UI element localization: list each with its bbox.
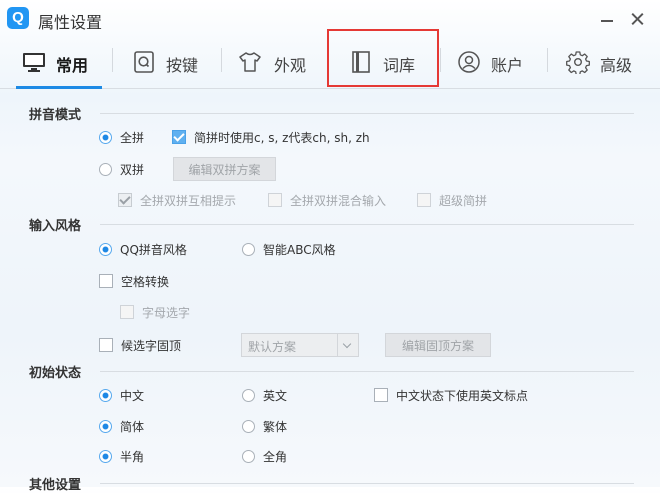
radio-indicator xyxy=(242,449,255,463)
edit-pin-scheme-button[interactable]: 编辑固顶方案 xyxy=(385,333,491,357)
checkbox-indicator xyxy=(172,130,186,144)
chevron-down-icon xyxy=(337,334,358,356)
space-convert-checkbox[interactable]: 空格转换 xyxy=(99,272,169,290)
tab-keys[interactable]: 按键 xyxy=(132,38,206,88)
section-divider xyxy=(100,224,634,225)
simplified-radio[interactable]: 简体 xyxy=(99,417,144,435)
tab-divider xyxy=(547,48,548,72)
radio-indicator xyxy=(99,162,112,176)
pin-scheme-value: 默认方案 xyxy=(248,340,297,354)
tab-label: 常用 xyxy=(56,56,89,75)
section-title-other: 其他设置 xyxy=(29,478,82,493)
section-title-input-style: 输入风格 xyxy=(29,219,82,234)
abc-style-label: 智能ABC风格 xyxy=(263,242,336,257)
tab-label: 账户 xyxy=(491,56,524,75)
checkbox-indicator xyxy=(99,338,113,352)
half-width-radio[interactable]: 半角 xyxy=(99,447,144,465)
chinese-label: 中文 xyxy=(120,388,145,403)
radio-indicator xyxy=(99,449,112,463)
key-icon xyxy=(134,51,154,73)
tshirt-icon xyxy=(239,52,261,72)
section-divider xyxy=(100,371,634,372)
checkbox-indicator xyxy=(118,193,132,207)
half-width-label: 半角 xyxy=(120,449,145,464)
checkbox-indicator xyxy=(99,274,113,288)
abbr-pinyin-checkbox[interactable]: 简拼时使用c, s, z代表ch, sh, zh xyxy=(172,128,370,146)
letter-select-checkbox[interactable]: 字母选字 xyxy=(120,303,190,321)
english-punct-label: 中文状态下使用英文标点 xyxy=(396,388,529,403)
english-label: 英文 xyxy=(263,388,288,403)
tab-label: 按键 xyxy=(166,56,199,75)
english-radio[interactable]: 英文 xyxy=(242,386,287,404)
window-title: 属性设置 xyxy=(38,13,103,32)
pinyin-hint-checkbox[interactable]: 全拼双拼互相提示 xyxy=(118,191,236,209)
pinyin-mixed-checkbox[interactable]: 全拼双拼混合输入 xyxy=(268,191,386,209)
pin-scheme-select[interactable]: 默认方案 xyxy=(241,333,359,357)
full-pinyin-radio[interactable]: 全拼 xyxy=(99,128,144,146)
radio-indicator xyxy=(242,388,255,402)
radio-indicator xyxy=(99,130,112,144)
tab-divider xyxy=(112,48,113,72)
full-width-radio[interactable]: 全角 xyxy=(242,447,287,465)
close-icon[interactable] xyxy=(624,6,650,32)
super-abbr-checkbox[interactable]: 超级简拼 xyxy=(417,191,487,209)
monitor-icon xyxy=(23,53,45,72)
checkbox-indicator xyxy=(268,193,282,207)
app-logo: Q xyxy=(7,7,29,29)
tab-divider xyxy=(440,48,441,72)
tab-common[interactable]: 常用 xyxy=(16,38,102,89)
gear-icon xyxy=(566,51,590,74)
super-abbr-label: 超级简拼 xyxy=(439,193,488,208)
tab-account[interactable]: 账户 xyxy=(457,38,527,88)
pinyin-hint-label: 全拼双拼互相提示 xyxy=(140,193,237,208)
section-title-pinyin: 拼音模式 xyxy=(29,108,82,123)
qq-style-label: QQ拼音风格 xyxy=(120,242,187,257)
edit-double-pinyin-button[interactable]: 编辑双拼方案 xyxy=(173,157,276,181)
tab-divider xyxy=(221,48,222,72)
section-divider xyxy=(100,483,634,484)
radio-indicator xyxy=(99,388,112,402)
pin-candidate-checkbox[interactable]: 候选字固顶 xyxy=(99,336,181,354)
tab-label: 高级 xyxy=(600,56,633,75)
pin-candidate-label: 候选字固顶 xyxy=(121,338,182,353)
traditional-radio[interactable]: 繁体 xyxy=(242,417,287,435)
full-width-label: 全角 xyxy=(263,449,288,464)
radio-indicator xyxy=(242,242,255,256)
letter-select-label: 字母选字 xyxy=(142,305,191,320)
tab-appearance[interactable]: 外观 xyxy=(238,38,312,88)
minimize-icon[interactable] xyxy=(594,6,620,32)
double-pinyin-label: 双拼 xyxy=(120,162,145,177)
radio-indicator xyxy=(99,242,112,256)
checkbox-indicator xyxy=(374,388,388,402)
user-icon xyxy=(458,51,480,73)
simplified-label: 简体 xyxy=(120,419,145,434)
tab-label: 外观 xyxy=(274,56,307,75)
double-pinyin-radio[interactable]: 双拼 xyxy=(99,160,144,178)
radio-indicator xyxy=(99,419,112,433)
checkbox-indicator xyxy=(120,305,134,319)
abbr-pinyin-label: 简拼时使用c, s, z代表ch, sh, zh xyxy=(194,130,370,145)
abc-style-radio[interactable]: 智能ABC风格 xyxy=(242,240,336,258)
tab-advanced[interactable]: 高级 xyxy=(566,38,636,88)
highlight-box xyxy=(327,29,439,87)
traditional-label: 繁体 xyxy=(263,419,288,434)
qq-style-radio[interactable]: QQ拼音风格 xyxy=(99,240,187,258)
english-punct-checkbox[interactable]: 中文状态下使用英文标点 xyxy=(374,386,528,404)
section-title-initial-state: 初始状态 xyxy=(29,366,82,381)
full-pinyin-label: 全拼 xyxy=(120,130,145,145)
pinyin-mixed-label: 全拼双拼混合输入 xyxy=(290,193,387,208)
checkbox-indicator xyxy=(417,193,431,207)
radio-indicator xyxy=(242,419,255,433)
chinese-radio[interactable]: 中文 xyxy=(99,386,144,404)
space-convert-label: 空格转换 xyxy=(121,274,170,289)
section-divider xyxy=(100,113,634,114)
